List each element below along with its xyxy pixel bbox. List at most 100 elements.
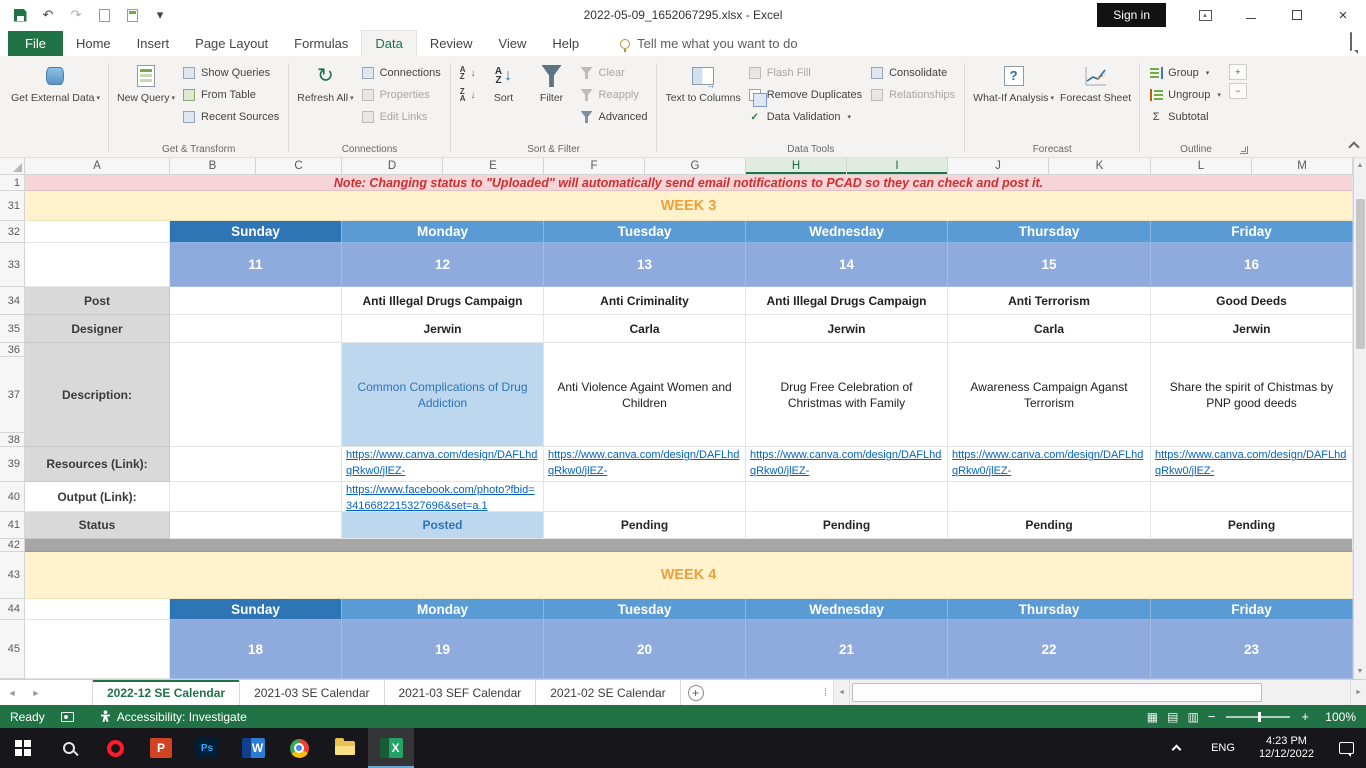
day-header-wednesday[interactable]: Wednesday [746, 599, 948, 620]
day-header-sunday[interactable]: Sunday [170, 221, 342, 243]
select-all-corner[interactable] [0, 158, 25, 175]
row-header[interactable]: 38 [0, 433, 25, 447]
horizontal-scrollbar[interactable]: ⁞ ◄ ► [818, 680, 1366, 705]
language-indicator[interactable]: ENG [1199, 742, 1247, 754]
post-cell[interactable]: Anti Illegal Drugs Campaign [342, 287, 544, 315]
row-header[interactable]: 40 [0, 482, 25, 512]
designer-cell[interactable] [170, 315, 342, 343]
tab-insert[interactable]: Insert [124, 31, 183, 56]
new-query-button[interactable]: New Query ▾ [114, 60, 178, 108]
resources-cell[interactable] [170, 447, 342, 482]
column-header[interactable]: A [25, 158, 170, 175]
column-header[interactable]: D [342, 158, 443, 175]
description-cell-selected[interactable]: Common Complications of Drug Addiction [342, 343, 544, 447]
vertical-scrollbar[interactable]: ▲ ▼ [1353, 158, 1366, 679]
taskbar-photoshop-button[interactable]: Ps [184, 728, 230, 768]
label-designer[interactable]: Designer [25, 315, 170, 343]
day-header-sunday[interactable]: Sunday [170, 599, 342, 620]
column-header[interactable]: B [170, 158, 256, 175]
consolidate-button[interactable]: Consolidate [866, 63, 959, 83]
day-header-tuesday[interactable]: Tuesday [544, 221, 746, 243]
tab-help[interactable]: Help [539, 31, 592, 56]
column-header[interactable]: L [1151, 158, 1252, 175]
date-cell[interactable]: 14 [746, 243, 948, 287]
week3-title-cell[interactable]: WEEK 3 [25, 191, 1353, 221]
taskbar-excel-button[interactable]: X [368, 728, 414, 768]
data-validation-button[interactable]: ✓ Data Validation ▾ [744, 107, 866, 127]
tray-show-hidden-icons[interactable] [1153, 728, 1199, 768]
row-header[interactable]: 44 [0, 599, 25, 620]
designer-cell[interactable]: Jerwin [1151, 315, 1353, 343]
description-cell[interactable]: Awareness Campaign Aganst Terrorism [948, 343, 1151, 447]
horizontal-scroll-thumb[interactable] [852, 683, 1262, 702]
row-header[interactable]: 36 [0, 343, 25, 357]
tab-view[interactable]: View [485, 31, 539, 56]
day-header-thursday[interactable]: Thursday [948, 599, 1151, 620]
row-header[interactable]: 41 [0, 512, 25, 539]
post-cell[interactable]: Good Deeds [1151, 287, 1353, 315]
canva-link[interactable]: https://www.canva.com/design/DAFLhdqRkw0… [750, 448, 943, 479]
sheet-tab[interactable]: 2021-03 SEF Calendar [385, 680, 537, 705]
separator-band[interactable] [25, 539, 1353, 552]
hide-detail-button[interactable]: − [1228, 83, 1247, 99]
row-header[interactable]: 31 [0, 191, 25, 221]
label-resources[interactable]: Resources (Link): [25, 447, 170, 482]
remove-duplicates-button[interactable]: Remove Duplicates [744, 85, 866, 107]
normal-view-icon[interactable]: ▦ [1147, 710, 1158, 724]
day-header-monday[interactable]: Monday [342, 221, 544, 243]
date-cell[interactable]: 20 [544, 620, 746, 679]
filter-button[interactable]: Filter [528, 60, 576, 107]
status-cell[interactable]: Pending [1151, 512, 1353, 539]
scroll-left-icon[interactable]: ◄ [833, 680, 850, 705]
column-header[interactable]: M [1252, 158, 1353, 175]
customize-qat-icon[interactable]: ▾ [152, 7, 168, 23]
text-to-columns-button[interactable]: Text to Columns [662, 60, 743, 107]
row-header[interactable]: 45 [0, 620, 25, 679]
tab-review[interactable]: Review [417, 31, 486, 56]
page-layout-view-icon[interactable]: ▤ [1167, 710, 1178, 724]
empty-cell[interactable] [25, 243, 170, 287]
sort-button[interactable]: A Z ↓ Sort [480, 60, 528, 107]
undo-icon[interactable]: ↶ [40, 7, 56, 23]
empty-cell[interactable] [25, 221, 170, 243]
minimize-button[interactable] [1228, 0, 1274, 30]
empty-cell[interactable] [25, 599, 170, 620]
facebook-link[interactable]: https://www.facebook.com/photo?fbid=3416… [346, 483, 539, 511]
description-cell[interactable] [170, 343, 342, 447]
taskbar-search-button[interactable] [46, 728, 92, 768]
new-sheet-button[interactable]: + [681, 680, 711, 705]
recent-sources-button[interactable]: Recent Sources [178, 107, 283, 127]
date-cell[interactable]: 12 [342, 243, 544, 287]
refresh-all-button[interactable]: ↻ Refresh All ▾ [294, 60, 356, 108]
status-cell[interactable]: Pending [746, 512, 948, 539]
date-cell[interactable]: 23 [1151, 620, 1353, 679]
output-cell[interactable] [544, 482, 746, 512]
canva-link[interactable]: https://www.canva.com/design/DAFLhdqRkw0… [1155, 448, 1348, 479]
forecast-sheet-button[interactable]: Forecast Sheet [1057, 60, 1134, 107]
day-header-friday[interactable]: Friday [1151, 599, 1353, 620]
taskbar-opera-button[interactable] [92, 728, 138, 768]
note-banner-cell[interactable]: Note: Changing status to "Uploaded" will… [25, 175, 1353, 191]
column-header[interactable]: E [443, 158, 544, 175]
description-cell[interactable]: Drug Free Celebration of Christmas with … [746, 343, 948, 447]
day-header-thursday[interactable]: Thursday [948, 221, 1151, 243]
page-break-view-icon[interactable]: ▥ [1187, 710, 1198, 724]
tab-home[interactable]: Home [63, 31, 124, 56]
zoom-level[interactable]: 100% [1318, 710, 1356, 724]
taskbar-word-button[interactable]: W [230, 728, 276, 768]
week4-title-cell[interactable]: WEEK 4 [25, 552, 1353, 599]
row-header[interactable]: 34 [0, 287, 25, 315]
column-header[interactable]: K [1049, 158, 1151, 175]
date-cell[interactable]: 13 [544, 243, 746, 287]
taskbar-chrome-button[interactable] [276, 728, 322, 768]
post-cell[interactable]: Anti Terrorism [948, 287, 1151, 315]
empty-cell[interactable] [25, 620, 170, 679]
taskbar-clock[interactable]: 4:23 PM 12/12/2022 [1247, 735, 1326, 761]
action-center-button[interactable] [1326, 728, 1366, 768]
from-table-button[interactable]: From Table [178, 85, 283, 105]
designer-cell[interactable]: Jerwin [342, 315, 544, 343]
designer-cell[interactable]: Carla [948, 315, 1151, 343]
ungroup-button[interactable]: Ungroup ▾ [1145, 85, 1225, 105]
row-header[interactable]: 42 [0, 539, 25, 552]
row-header[interactable]: 43 [0, 552, 25, 599]
